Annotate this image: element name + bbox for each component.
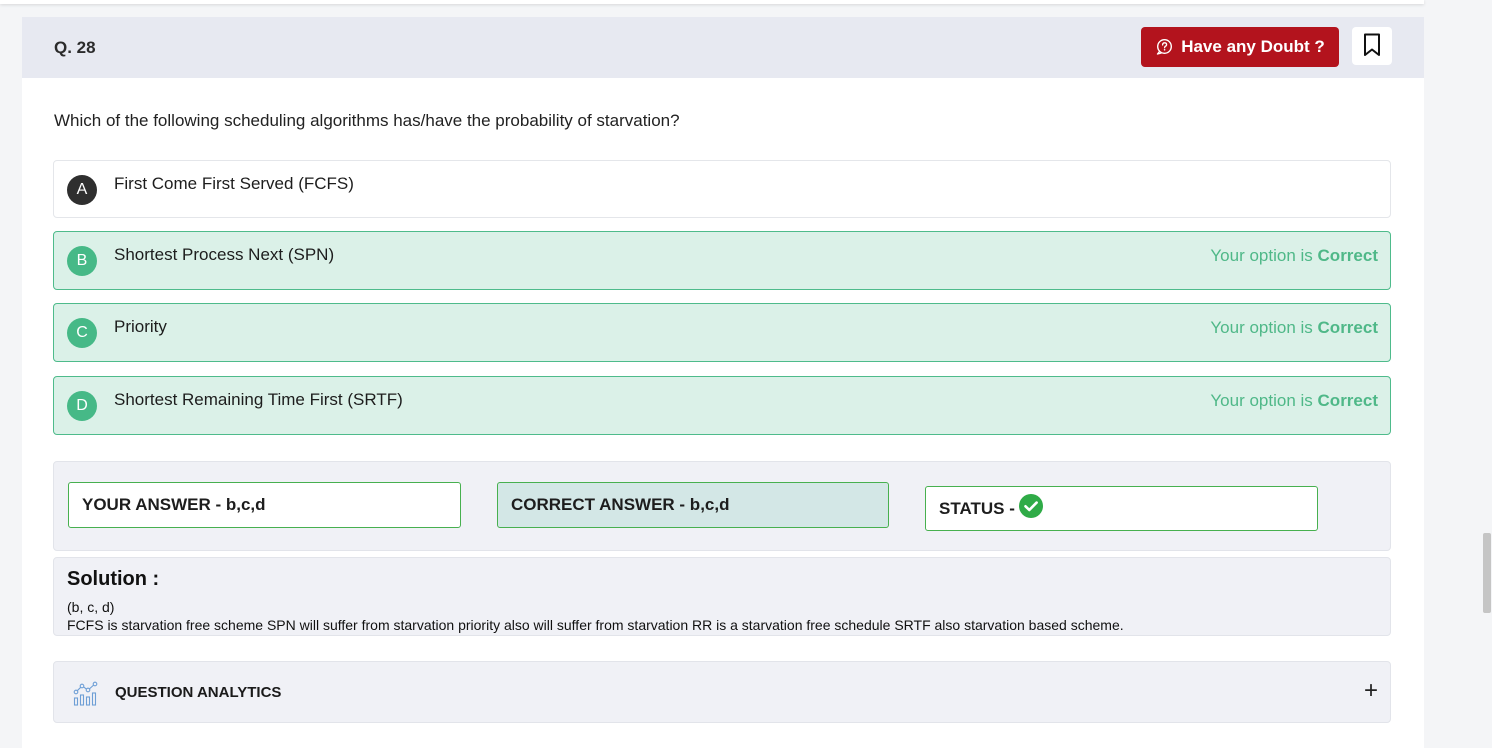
have-doubt-button[interactable]: Have any Doubt ? <box>1141 27 1339 67</box>
bookmark-button[interactable] <box>1352 27 1392 65</box>
option-status-word: Correct <box>1317 391 1378 410</box>
question-header: Q. 28 Have any Doubt ? <box>22 17 1424 78</box>
status-label: STATUS - <box>939 498 1015 518</box>
analytics-chart-icon <box>73 681 101 712</box>
option-letter-badge: D <box>67 391 97 421</box>
option-status: Your option is Correct <box>1210 246 1378 266</box>
plus-icon[interactable]: + <box>1364 679 1378 703</box>
top-divider <box>0 0 1424 4</box>
scrollbar-track[interactable] <box>1481 0 1492 748</box>
option-text: Shortest Process Next (SPN) <box>114 245 335 264</box>
option-letter-badge: C <box>67 318 97 348</box>
bookmark-icon <box>1363 33 1381 60</box>
option-status-prefix: Your option is <box>1210 391 1318 410</box>
status-box: STATUS - <box>925 486 1318 531</box>
option-status-prefix: Your option is <box>1210 246 1318 265</box>
option-text: First Come First Served (FCFS) <box>114 174 354 193</box>
doubt-button-label: Have any Doubt ? <box>1181 37 1325 56</box>
option-status-prefix: Your option is <box>1210 318 1318 337</box>
question-number: Q. 28 <box>54 38 96 57</box>
option-status-word: Correct <box>1317 318 1378 337</box>
doubt-bubble-icon <box>1155 38 1173 56</box>
option-text: Priority <box>114 317 167 336</box>
option-b[interactable]: B Shortest Process Next (SPN) Your optio… <box>53 231 1391 290</box>
your-answer-box: YOUR ANSWER - b,c,d <box>68 482 461 528</box>
option-d[interactable]: D Shortest Remaining Time First (SRTF) Y… <box>53 376 1391 435</box>
option-status-word: Correct <box>1317 246 1378 265</box>
option-status: Your option is Correct <box>1210 318 1378 338</box>
solution-answer-line: (b, c, d) <box>67 599 115 615</box>
answer-summary-panel: YOUR ANSWER - b,c,d CORRECT ANSWER - b,c… <box>53 461 1391 551</box>
question-analytics-accordion[interactable]: QUESTION ANALYTICS + <box>53 661 1391 723</box>
option-a[interactable]: A First Come First Served (FCFS) <box>53 160 1391 218</box>
correct-answer-box: CORRECT ANSWER - b,c,d <box>497 482 889 528</box>
check-circle-icon <box>1018 493 1044 524</box>
solution-explanation: FCFS is starvation free scheme SPN will … <box>67 617 1124 633</box>
option-letter-badge: A <box>67 175 97 205</box>
option-c[interactable]: C Priority Your option is Correct <box>53 303 1391 362</box>
option-letter-badge: B <box>67 246 97 276</box>
solution-title: Solution : <box>67 568 160 590</box>
option-status: Your option is Correct <box>1210 391 1378 411</box>
scrollbar-thumb[interactable] <box>1483 533 1491 613</box>
analytics-label: QUESTION ANALYTICS <box>115 684 282 701</box>
option-text: Shortest Remaining Time First (SRTF) <box>114 390 403 409</box>
solution-panel: Solution : (b, c, d) FCFS is starvation … <box>53 557 1391 636</box>
question-text: Which of the following scheduling algori… <box>54 111 680 130</box>
question-card: Q. 28 Have any Doubt ? Which of the foll… <box>22 17 1424 748</box>
